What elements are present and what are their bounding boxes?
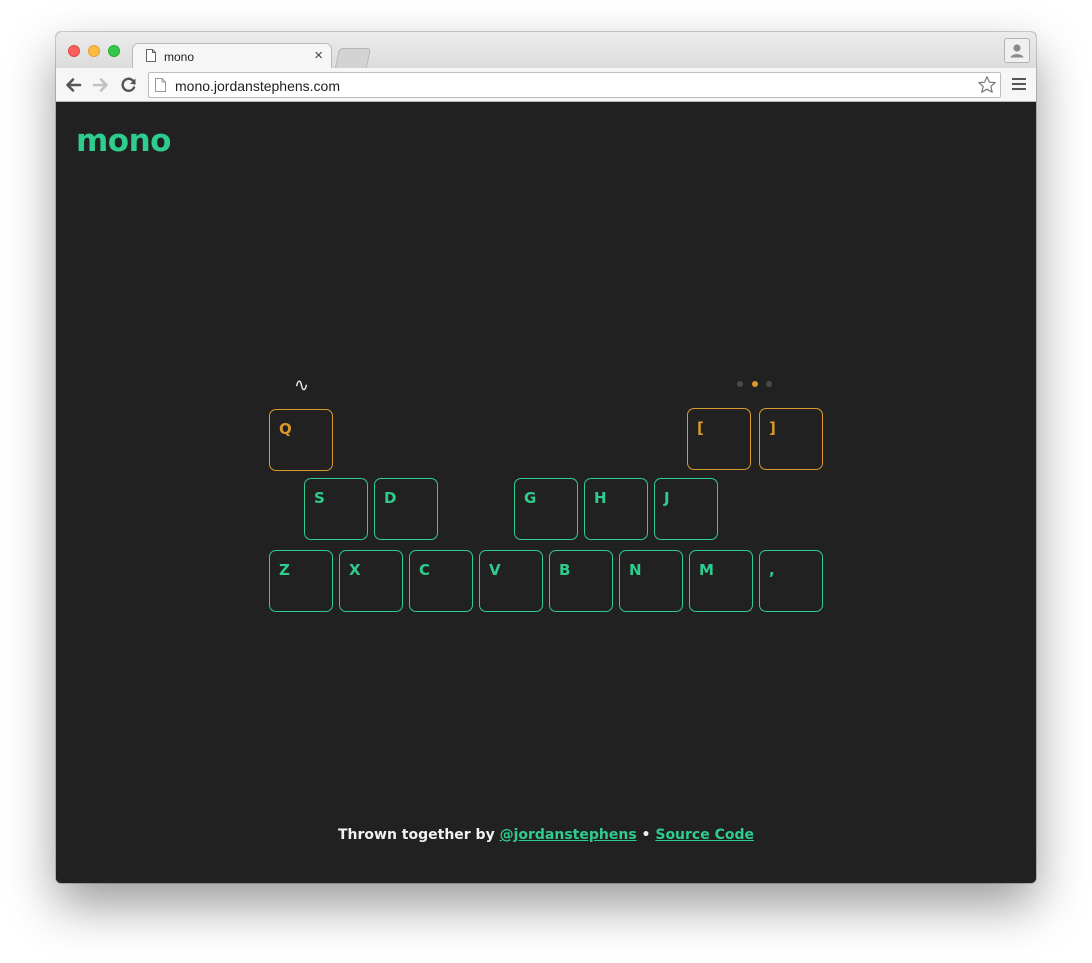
- app-logo: mono: [76, 123, 171, 159]
- key-label: S: [314, 489, 325, 507]
- waveform-toggle[interactable]: ∿: [294, 375, 309, 396]
- key-s[interactable]: S: [304, 478, 368, 540]
- browser-toolbar: mono.jordanstephens.com: [56, 68, 1036, 102]
- source-code-link[interactable]: Source Code: [655, 827, 754, 843]
- key-label: N: [629, 561, 642, 579]
- key-label: J: [664, 489, 670, 507]
- key-label: ,: [769, 561, 775, 579]
- key-label: M: [699, 561, 714, 579]
- minimize-window-button[interactable]: [88, 45, 100, 57]
- key-bracket-left[interactable]: [: [687, 408, 751, 470]
- key-m[interactable]: M: [689, 550, 753, 612]
- key-label: V: [489, 561, 501, 579]
- key-label: D: [384, 489, 397, 507]
- key-h[interactable]: H: [584, 478, 648, 540]
- octave-dot: [752, 381, 758, 387]
- browser-tab[interactable]: mono ×: [132, 43, 332, 69]
- key-label: X: [349, 561, 361, 579]
- reload-icon[interactable]: [120, 76, 138, 94]
- octave-dot: [737, 381, 743, 387]
- page-content: mono ∿ Q [ ] S D G H J Z X C V B N M , T…: [56, 103, 1036, 883]
- key-label: Z: [279, 561, 290, 579]
- page-footer: Thrown together by @jordanstephens • Sou…: [56, 827, 1036, 843]
- menu-line: [1012, 78, 1026, 80]
- profile-button[interactable]: [1004, 38, 1030, 63]
- forward-arrow-icon[interactable]: [92, 76, 110, 94]
- octave-dot: [766, 381, 772, 387]
- key-label: G: [524, 489, 537, 507]
- key-label: [: [697, 419, 704, 437]
- key-g[interactable]: G: [514, 478, 578, 540]
- key-z[interactable]: Z: [269, 550, 333, 612]
- key-label: Q: [279, 420, 292, 438]
- key-comma[interactable]: ,: [759, 550, 823, 612]
- key-x[interactable]: X: [339, 550, 403, 612]
- url-text[interactable]: mono.jordanstephens.com: [175, 78, 340, 94]
- key-label: B: [559, 561, 571, 579]
- page-icon: [155, 78, 166, 92]
- footer-text: Thrown together by: [337, 827, 495, 843]
- browser-menu-button[interactable]: [1012, 78, 1026, 92]
- tab-close-button[interactable]: ×: [314, 47, 323, 65]
- user-icon: [1010, 44, 1024, 58]
- menu-line: [1012, 83, 1026, 85]
- back-arrow-icon[interactable]: [64, 76, 82, 94]
- key-b[interactable]: B: [549, 550, 613, 612]
- author-link[interactable]: @jordanstephens: [500, 827, 637, 843]
- bookmark-star-icon[interactable]: [977, 75, 997, 95]
- key-bracket-right[interactable]: ]: [759, 408, 823, 470]
- menu-line: [1012, 88, 1026, 90]
- key-label: ]: [769, 419, 776, 437]
- address-bar[interactable]: mono.jordanstephens.com: [148, 72, 1001, 98]
- document-icon: [146, 49, 156, 62]
- key-v[interactable]: V: [479, 550, 543, 612]
- key-n[interactable]: N: [619, 550, 683, 612]
- key-label: C: [419, 561, 431, 579]
- close-window-button[interactable]: [68, 45, 80, 57]
- tab-title: mono: [164, 50, 195, 64]
- key-c[interactable]: C: [409, 550, 473, 612]
- maximize-window-button[interactable]: [108, 45, 120, 57]
- footer-separator: •: [641, 827, 651, 843]
- key-q[interactable]: Q: [269, 409, 333, 471]
- key-label: H: [594, 489, 607, 507]
- key-j[interactable]: J: [654, 478, 718, 540]
- new-tab-button[interactable]: [334, 48, 372, 68]
- browser-window: mono × mono.jordanstephens.com mono ∿ Q …: [56, 32, 1036, 883]
- title-bar: mono ×: [56, 32, 1036, 69]
- key-d[interactable]: D: [374, 478, 438, 540]
